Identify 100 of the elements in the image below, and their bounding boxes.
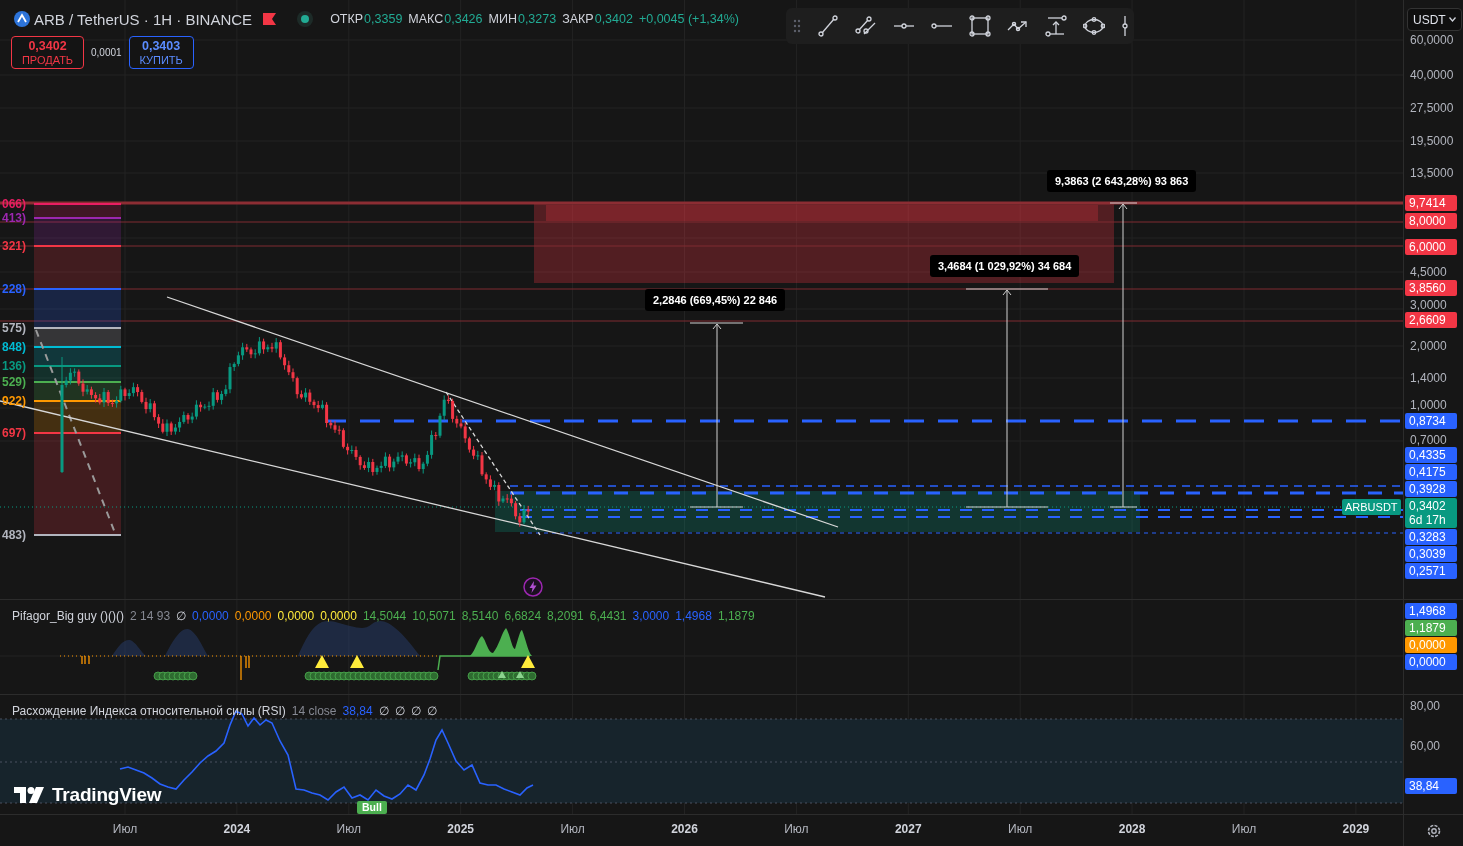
price-badge: 0,2571 [1405, 563, 1457, 579]
triangle-marker [498, 671, 506, 678]
measurement-label: 9,3863 (2 643,28%) 93 863 [1047, 170, 1197, 192]
indicator-value: ∅ [410, 704, 421, 718]
price-badge: 2,6609 [1405, 312, 1457, 328]
price-badge: 0,3283 [1405, 529, 1457, 545]
ohlc-value: 0,3359 [364, 12, 403, 26]
time-label: Июл [784, 822, 809, 836]
price-tick: 13,5000 [1410, 166, 1454, 180]
price-badge: 0,4175 [1405, 464, 1457, 480]
time-label: 2027 [894, 822, 922, 836]
vertical-line-icon[interactable] [1121, 15, 1129, 37]
ohlc-change: +0,0045 (+1,34%) [638, 12, 739, 26]
ohlc-value: 0,3426 [444, 12, 483, 26]
indicator-value: 6,4431 [589, 609, 627, 623]
price-badge: 0,8734 [1405, 413, 1457, 429]
price-tick: 60,0000 [1410, 33, 1454, 47]
fib-level-label: 483) [2, 528, 27, 542]
fib-level-label: 413) [2, 211, 27, 225]
indicator-value: ∅ [176, 609, 187, 623]
indicator-value: 0,0000 [234, 609, 272, 623]
price-tick: 0,7000 [1410, 433, 1447, 447]
symbol-price-tag: ARBUSDT [1342, 499, 1401, 515]
time-label: Июл [1231, 822, 1257, 836]
parallel-channel-icon[interactable] [855, 15, 877, 37]
fib-level-label: 575) [2, 321, 27, 335]
time-label: Июл [336, 822, 361, 836]
time-label: 2026 [671, 822, 698, 836]
indicator-value: 0,0000 [277, 609, 315, 623]
indicator-value: ∅ [426, 704, 437, 718]
fib-level-label: 848) [2, 340, 27, 354]
time-label: 2029 [1342, 822, 1370, 836]
sell-button[interactable]: 0,3402 ПРОДАТЬ [11, 36, 84, 69]
signal-label: Bull [357, 801, 387, 814]
price-tick: 2,0000 [1410, 339, 1447, 353]
price-tick: 4,5000 [1410, 265, 1447, 279]
triangle-marker [516, 671, 524, 678]
price-tick: 60,00 [1410, 739, 1441, 753]
price-badge: 0,3402 6d 17h [1405, 498, 1457, 528]
indicator-name[interactable]: Pifagor_Big guy ()()() [12, 609, 125, 623]
trend-line-icon[interactable] [817, 15, 839, 37]
indicator-params: 14 close [291, 704, 337, 718]
lightning-icon[interactable] [523, 577, 543, 597]
tick-bar [240, 655, 242, 681]
indicator-value: 3,0000 [632, 609, 670, 623]
fib-level-label: 066) [2, 197, 27, 211]
price-badge: 1,1879 [1405, 620, 1457, 636]
status-dot-icon [297, 11, 314, 27]
price-badge: 0,3928 [1405, 481, 1457, 497]
time-label: 2028 [1118, 822, 1146, 836]
dot-band [467, 671, 537, 681]
time-label: 2024 [223, 822, 251, 836]
price-badge: 3,8560 [1405, 280, 1457, 296]
flag-icon[interactable] [263, 13, 277, 25]
ohlc-value: 0,3273 [517, 12, 557, 26]
buy-button[interactable]: 0,3403 КУПИТЬ [128, 36, 194, 69]
logo-text[interactable]: TradingView [52, 784, 162, 806]
fib-level-label: 321) [2, 239, 27, 253]
price-badge: 1,4968 [1405, 603, 1457, 619]
symbol-title[interactable]: ARB / TetherUS · 1H · BINANCE [34, 10, 253, 28]
price-tick: 80,00 [1410, 699, 1441, 713]
price-badge: 6,0000 [1405, 239, 1457, 255]
indicator-value: 14,5044 [362, 609, 407, 623]
settings-icon[interactable] [1425, 822, 1442, 839]
price-tick: 1,4000 [1410, 371, 1447, 385]
price-badge: 0,4335 [1405, 447, 1457, 463]
tick-bar [88, 655, 90, 665]
triangle-marker [350, 655, 364, 668]
fib-level-label: 228) [2, 282, 27, 296]
drag-handle-icon[interactable] [793, 19, 801, 33]
area-shape [112, 639, 146, 656]
price-tick: 3,0000 [1410, 298, 1447, 312]
ellipse-icon[interactable] [1083, 15, 1105, 37]
price-badge: 8,0000 [1405, 213, 1457, 229]
indicator-value: 1,1879 [717, 609, 755, 623]
currency-button[interactable]: USDT [1407, 8, 1462, 31]
indicator-value: 38,84 [342, 704, 373, 718]
spread-value: 0,0001 [91, 47, 122, 58]
coin-logo-icon [14, 11, 30, 27]
price-tick: 27,5000 [1410, 101, 1454, 115]
price-badge: 0,0000 [1405, 637, 1457, 653]
time-label: Июл [560, 822, 585, 836]
rectangle-icon[interactable] [969, 15, 991, 37]
triangle-marker [521, 655, 535, 668]
indicator-name[interactable]: Расхождение Индекса относительной силы (RSI) [12, 704, 286, 718]
indicator-value: 0,0000 [320, 609, 357, 623]
caret-icon [1449, 17, 1456, 22]
ohlc-value: 0,3402 [594, 12, 633, 26]
indicator-value: 1,4968 [675, 609, 712, 623]
indicator-value: ∅ [394, 704, 405, 718]
time-label: Июл [112, 822, 138, 836]
price-badge: 9,7414 [1405, 195, 1457, 211]
indicator-value: 10,5071 [412, 609, 456, 623]
ohlc-label: ЗАКР [562, 12, 594, 26]
ohlc-label: ОТКР [330, 12, 364, 26]
dot-band [153, 671, 198, 681]
price-tick: 19,5000 [1410, 134, 1454, 148]
price-range-icon[interactable] [1045, 15, 1067, 37]
price-badge: 0,0000 [1405, 654, 1457, 670]
indicator-value: ∅ [378, 704, 389, 718]
